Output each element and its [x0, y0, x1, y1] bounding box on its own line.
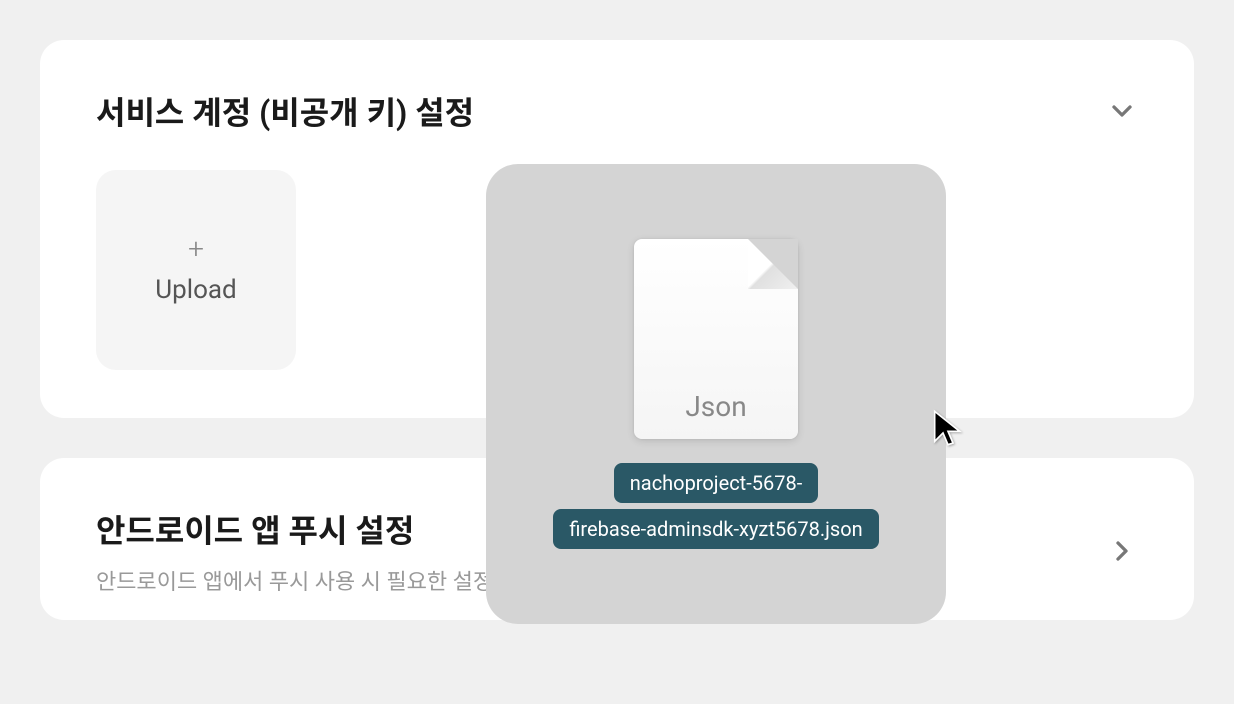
card-header: 서비스 계정 (비공개 키) 설정 — [96, 88, 1138, 134]
chevron-down-icon[interactable] — [1106, 95, 1138, 127]
upload-label: Upload — [155, 275, 236, 305]
filename-line1: nachoproject-5678- — [614, 463, 818, 503]
file-fold-corner — [748, 239, 798, 289]
service-account-title: 서비스 계정 (비공개 키) 설정 — [96, 88, 474, 134]
plus-icon: + — [188, 235, 204, 263]
file-icon: Json — [634, 239, 798, 439]
file-type-label: Json — [685, 390, 746, 423]
filename-badges: nachoproject-5678- firebase-adminsdk-xyz… — [553, 463, 878, 549]
drag-file-overlay: Json nachoproject-5678- firebase-adminsd… — [486, 164, 946, 624]
chevron-right-icon[interactable] — [1106, 535, 1138, 567]
upload-button[interactable]: + Upload — [96, 170, 296, 370]
cursor-icon — [928, 408, 968, 448]
filename-line2: firebase-adminsdk-xyzt5678.json — [553, 509, 878, 549]
